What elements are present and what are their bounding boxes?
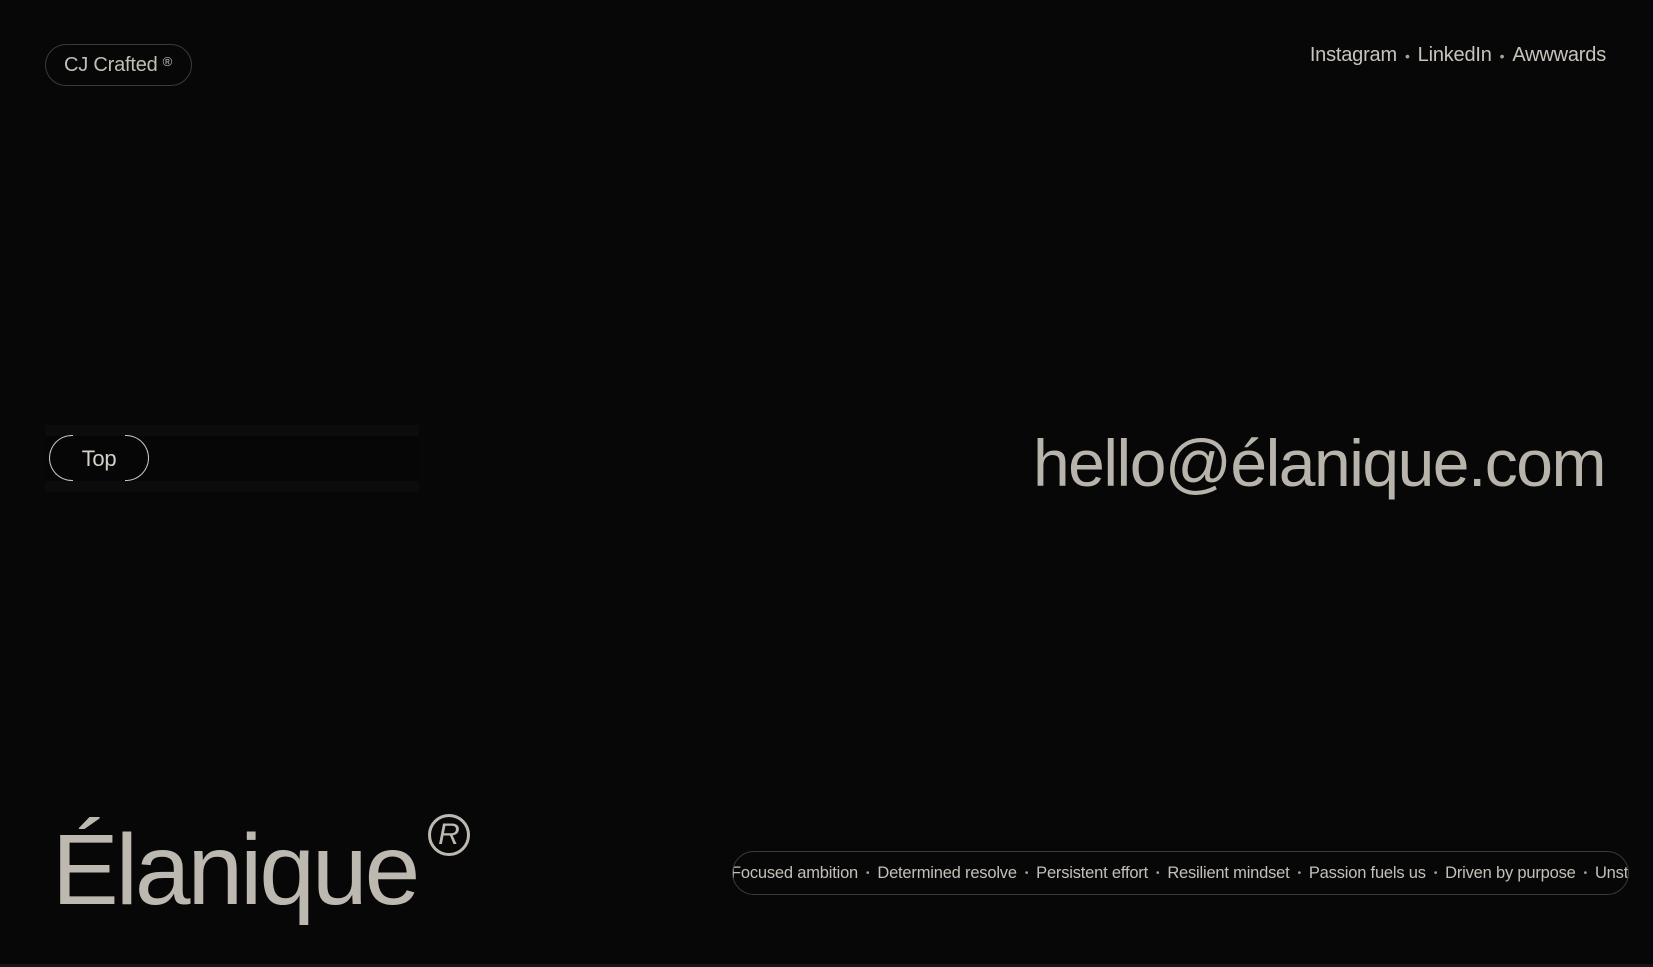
contact-email-link[interactable]: hello@élanique.com [1033,430,1607,496]
marquee-item: Determined resolve [858,864,1017,883]
registered-trademark-letter: R [438,818,460,851]
left-bracket-icon [49,435,73,481]
marquee-item: Driven by purpose [1426,864,1576,883]
marquee-track: Focused ambition Determined resolve Pers… [732,852,1628,894]
marquee-item: Focused ambition [732,863,859,882]
marquee-item: Unst [1576,864,1628,883]
linkedin-link[interactable]: LinkedIn [1418,44,1492,67]
marquee-item: Resilient mindset [1148,864,1289,883]
registered-mark-icon: ® [162,53,173,69]
page: CJ Crafted ® Instagram • LinkedIn • Awww… [0,0,1653,967]
top-button-label: Top [81,446,117,471]
marquee-item: Passion fuels us [1290,864,1426,883]
social-links: Instagram • LinkedIn • Awwwards [1310,44,1606,67]
badge-label: CJ Crafted [64,53,158,76]
back-to-top-button[interactable]: Top [49,435,149,483]
awwwards-link[interactable]: Awwwards [1512,44,1606,67]
separator-dot: • [1404,47,1410,64]
separator-dot: • [1499,47,1505,64]
right-bracket-icon [125,435,149,481]
instagram-link[interactable]: Instagram [1310,44,1397,67]
values-marquee: Focused ambition Determined resolve Pers… [732,851,1629,895]
brand-wordmark: Élanique [52,814,420,926]
registered-trademark-icon: R [428,814,470,856]
cj-crafted-badge[interactable]: CJ Crafted ® [45,44,192,86]
marquee-item: Persistent effort [1017,864,1148,883]
